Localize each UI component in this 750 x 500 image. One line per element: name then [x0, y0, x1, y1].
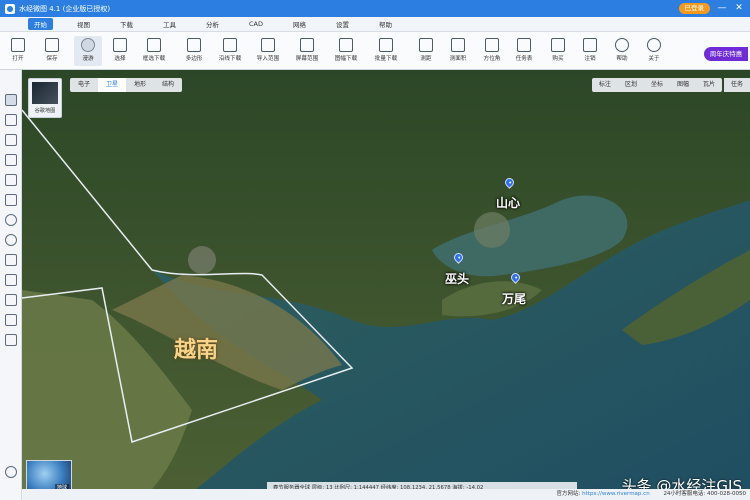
logout-button[interactable]: 注销: [576, 36, 604, 66]
title-bar: 水经微图 4.1 (企业版已授权) 已登录 — ✕: [0, 0, 750, 17]
login-button[interactable]: 已登录: [678, 3, 710, 14]
menu-cad[interactable]: CAD: [243, 19, 269, 29]
map-view[interactable]: 谷歌地图 电子 卫星 地形 结构 标注 区划 坐标 图幅 瓦片 任务 山心 巫头…: [22, 70, 750, 500]
rect-select-icon: [147, 38, 161, 52]
map-tools: 标注 区划 坐标 图幅 瓦片: [591, 78, 722, 92]
tab-satellite[interactable]: 卫星: [98, 78, 127, 92]
select-tool-icon[interactable]: [5, 114, 17, 126]
website-link[interactable]: https://www.rivermap.cn: [582, 491, 650, 497]
menu-home[interactable]: 开始: [28, 18, 53, 30]
place-label-shanxin: 山心: [496, 196, 521, 210]
screen-range-icon: [300, 38, 314, 52]
promo-badge[interactable]: 周年庆特惠: [704, 47, 748, 61]
polygon-button[interactable]: 多边形: [180, 36, 208, 66]
line-download-icon: [223, 38, 237, 52]
tab-terrain[interactable]: 地形: [126, 78, 154, 92]
tab-electronic[interactable]: 电子: [70, 78, 98, 92]
window-title: 水经微图 4.1 (企业版已授权): [19, 4, 111, 13]
ruler-icon: [419, 38, 433, 52]
sheet-download-icon: [339, 38, 353, 52]
import-range-button[interactable]: 导入范围: [254, 36, 282, 66]
area-icon: [451, 38, 465, 52]
app-logo-icon: [5, 3, 15, 14]
tool-division[interactable]: 区划: [618, 78, 644, 92]
sheet-download-button[interactable]: 图幅下载: [332, 36, 360, 66]
minimize-icon[interactable]: —: [716, 2, 728, 14]
circle-tool-icon[interactable]: [5, 214, 17, 226]
task-list-button[interactable]: 任务: [724, 78, 750, 92]
close-icon[interactable]: ✕: [733, 2, 745, 14]
azimuth-icon: [485, 38, 499, 52]
place-label-wutou: 巫头: [445, 272, 470, 286]
save-icon: [45, 38, 59, 52]
tool-coordinates[interactable]: 坐标: [644, 78, 670, 92]
help-icon: [615, 38, 629, 52]
tool-sheet[interactable]: 图幅: [670, 78, 696, 92]
menu-download[interactable]: 下载: [114, 18, 139, 30]
hand-icon: [81, 38, 95, 52]
menu-help[interactable]: 帮助: [373, 18, 398, 30]
help-circle-icon[interactable]: [5, 466, 17, 478]
pan-tool-icon[interactable]: [5, 94, 17, 106]
website-label: 官方网站:: [556, 491, 581, 497]
curve-tool-icon[interactable]: [5, 174, 17, 186]
polygon-icon: [187, 38, 201, 52]
bookmark-tool-icon[interactable]: [5, 314, 17, 326]
folder-icon: [11, 38, 25, 52]
marker-tool-icon[interactable]: [5, 134, 17, 146]
basemap-preview: [32, 82, 58, 104]
pointer-icon: [113, 38, 127, 52]
screen-range-button[interactable]: 屏幕范围: [293, 36, 321, 66]
save-button[interactable]: 保存: [38, 36, 66, 66]
measure-distance-button[interactable]: 测距: [412, 36, 440, 66]
menu-view[interactable]: 视图: [71, 18, 96, 30]
ribbon-toolbar: 打开 保存 漫游 选择 框选下载 多边形 沿线下载 导入范围 屏幕范围 图幅下载…: [0, 32, 750, 70]
info-icon: [647, 38, 661, 52]
menu-bar: 开始 视图 下载 工具 分析 CAD 网络 设置 帮助: [0, 17, 750, 32]
region-label-vietnam: 越南: [174, 337, 219, 363]
satellite-imagery: [22, 70, 750, 500]
batch-download-button[interactable]: 批量下载: [372, 36, 400, 66]
rotate-tool-icon[interactable]: [5, 274, 17, 286]
task-table-button[interactable]: 任务表: [510, 36, 538, 66]
hotline-text: 24小时客服电话: 400-028-0050: [663, 491, 746, 497]
tool-annotation[interactable]: 标注: [592, 78, 618, 92]
batch-download-icon: [379, 38, 393, 52]
place-label-wanwei: 万尾: [502, 292, 527, 306]
select-button[interactable]: 选择: [106, 36, 134, 66]
footer-bar: 官方网站: https://www.rivermap.cn 24小时客服电话: …: [22, 489, 750, 500]
arc-tool-icon[interactable]: [5, 234, 17, 246]
line-download-button[interactable]: 沿线下载: [216, 36, 244, 66]
left-toolbar: [0, 70, 22, 500]
tab-structure[interactable]: 结构: [154, 78, 182, 92]
menu-tools[interactable]: 工具: [157, 18, 182, 30]
menu-network[interactable]: 网络: [287, 18, 312, 30]
rectangle-tool-icon[interactable]: [5, 194, 17, 206]
pan-button[interactable]: 漫游: [74, 36, 102, 66]
menu-analysis[interactable]: 分析: [200, 18, 225, 30]
lock-icon: [583, 38, 597, 52]
tool-tiles[interactable]: 瓦片: [696, 78, 722, 92]
layer-tabs: 电子 卫星 地形 结构: [70, 78, 183, 92]
task-icon: [517, 38, 531, 52]
polyline-tool-icon[interactable]: [5, 154, 17, 166]
open-button[interactable]: 打开: [4, 36, 32, 66]
menu-settings[interactable]: 设置: [330, 18, 355, 30]
basemap-thumbnail[interactable]: 谷歌地图: [28, 78, 62, 118]
azimuth-button[interactable]: 方位角: [478, 36, 506, 66]
basemap-label: 谷歌地图: [34, 108, 56, 114]
layer-tool-icon[interactable]: [5, 294, 17, 306]
rect-download-button[interactable]: 框选下载: [140, 36, 168, 66]
cart-icon: [551, 38, 565, 52]
measure-area-button[interactable]: 测面积: [444, 36, 472, 66]
purchase-button[interactable]: 购买: [544, 36, 572, 66]
style-tool-icon[interactable]: [5, 334, 17, 346]
import-range-icon: [261, 38, 275, 52]
help-button[interactable]: 帮助: [608, 36, 636, 66]
about-button[interactable]: 关于: [640, 36, 668, 66]
text-tool-icon[interactable]: [5, 254, 17, 266]
